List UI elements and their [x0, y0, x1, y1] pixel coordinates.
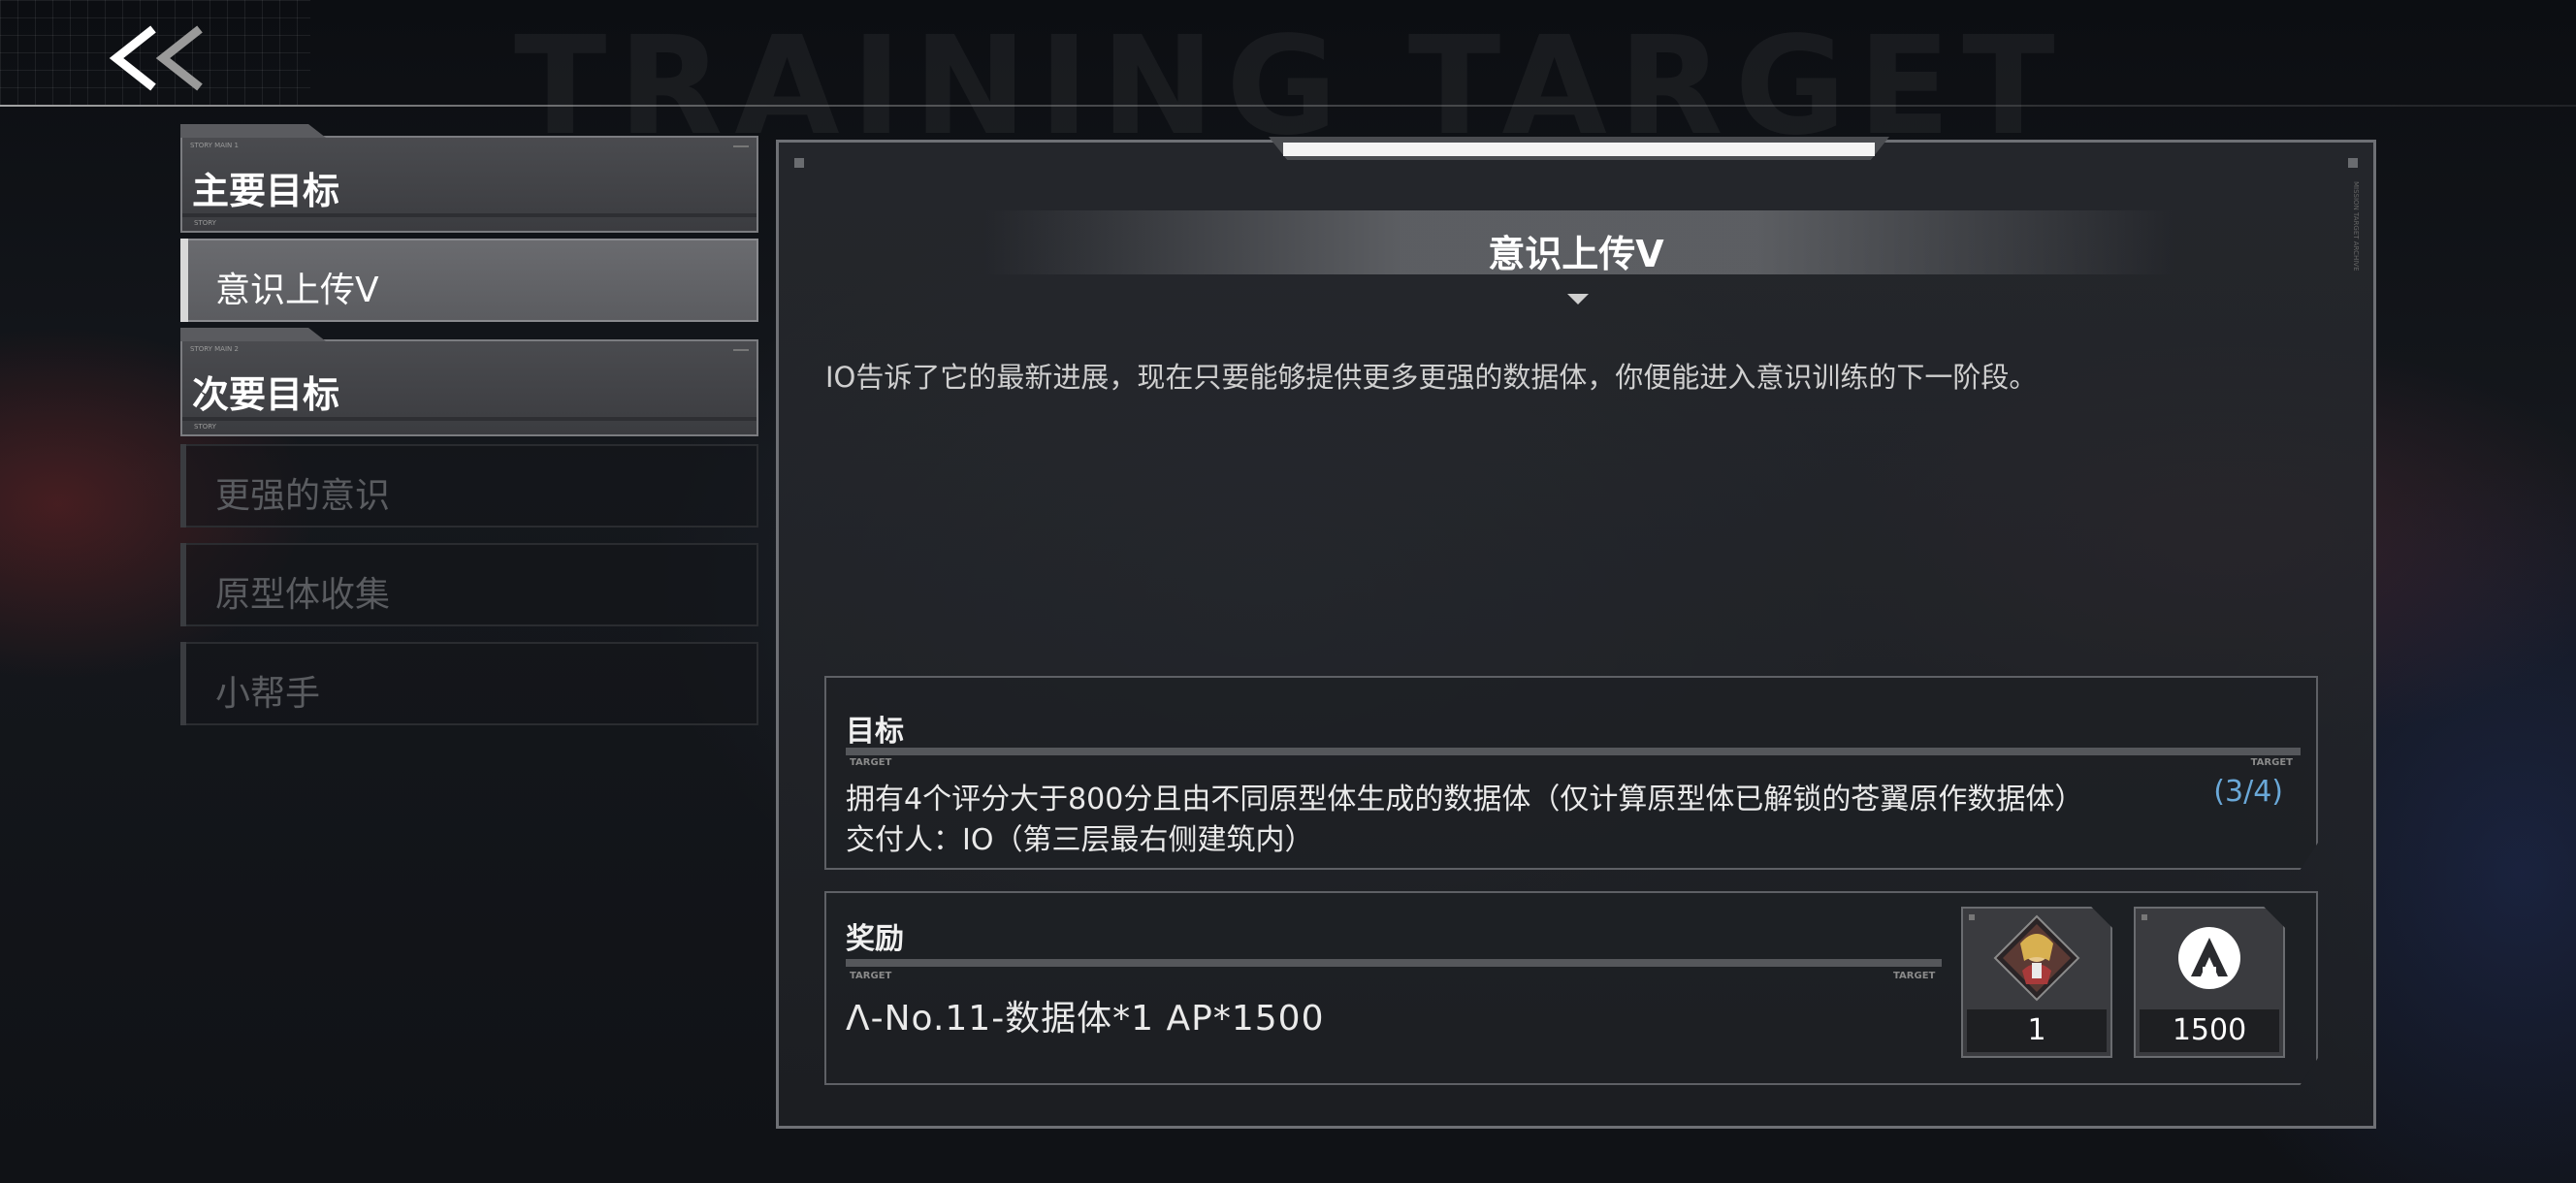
objective-box: 目标 TARGET TARGET 拥有4个评分大于800分且由不同原型体生成的数… — [824, 676, 2318, 870]
quest-title: 意识上传V — [1488, 233, 1664, 275]
objective-heading: 目标 — [846, 715, 904, 749]
quest-description: IO告诉了它的最新进展，现在只要能够提供更多更强的数据体，你便能进入意识训练的下… — [825, 361, 2038, 394]
ap-logo-icon — [2178, 927, 2240, 989]
header-divider — [0, 105, 2576, 107]
category-label: 主要目标 — [192, 170, 340, 212]
quest-detail-panel: MISSION TARGET ARCHIVE 意识上传V IO告诉了它的最新进展… — [776, 137, 2376, 1129]
reward-box: 奖励 TARGET TARGET Λ-No.11-数据体*1 AP*1500 1 — [824, 891, 2318, 1085]
category-secondary-objectives[interactable]: STORY MAIN 2 次要目标 STORY — [180, 328, 758, 436]
objective-deliverer: 交付人：IO（第三层最右侧建筑内） — [846, 823, 1314, 857]
reward-count: 1 — [1967, 1009, 2107, 1052]
quest-item-consciousness-upload-v[interactable]: 意识上传V — [180, 239, 758, 322]
objective-divider — [846, 748, 2301, 755]
quest-item-label: 更强的意识 — [215, 476, 391, 516]
reward-text: Λ-No.11-数据体*1 AP*1500 — [846, 999, 1325, 1039]
reward-item-ap[interactable]: 1500 — [2134, 907, 2285, 1058]
category-micro-label: STORY MAIN 1 — [190, 142, 239, 149]
quest-item-label: 小帮手 — [215, 674, 321, 714]
panel-corner-marker — [2348, 158, 2358, 168]
category-micro-label: STORY MAIN 2 — [190, 345, 239, 353]
objective-micro-label: TARGET — [2250, 757, 2293, 768]
panel-top-highlight — [1283, 143, 1875, 156]
reward-count: 1500 — [2140, 1009, 2279, 1052]
reward-micro-label: TARGET — [850, 971, 892, 981]
objective-micro-label: TARGET — [850, 757, 892, 768]
quest-item-stronger-consciousness[interactable]: 更强的意识 — [180, 444, 758, 528]
caret-down-icon — [1567, 294, 1589, 304]
panel-corner-marker — [794, 158, 804, 168]
quest-item-label: 原型体收集 — [215, 575, 391, 615]
quest-item-prototype-collection[interactable]: 原型体收集 — [180, 543, 758, 626]
objective-text: 拥有4个评分大于800分且由不同原型体生成的数据体（仅计算原型体已解锁的苍翼原作… — [846, 783, 2084, 816]
category-micro-label: STORY — [194, 423, 216, 431]
reward-divider — [846, 959, 1942, 967]
quest-item-label: 意识上传V — [215, 271, 379, 310]
reward-heading: 奖励 — [846, 922, 904, 956]
category-label: 次要目标 — [192, 373, 340, 416]
back-button[interactable] — [107, 21, 213, 95]
objective-progress: (3/4) — [2213, 775, 2283, 809]
reward-micro-label: TARGET — [1893, 971, 1936, 981]
character-portrait-icon — [1993, 914, 2080, 1002]
header: TRAINING TARGET — [0, 0, 2576, 155]
category-main-objectives[interactable]: STORY MAIN 1 主要目标 STORY — [180, 124, 758, 233]
quest-item-little-helper[interactable]: 小帮手 — [180, 642, 758, 725]
category-micro-label: STORY — [194, 219, 216, 227]
header-watermark: TRAINING TARGET — [514, 8, 2067, 166]
reward-item-data-body[interactable]: 1 — [1961, 907, 2112, 1058]
double-chevron-left-icon — [109, 25, 203, 91]
